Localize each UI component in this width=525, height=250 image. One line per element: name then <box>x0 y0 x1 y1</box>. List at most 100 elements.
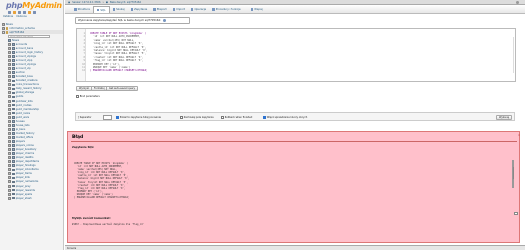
expand-icon[interactable]: + <box>8 176 11 180</box>
expand-icon[interactable]: + <box>8 135 11 139</box>
expand-icon[interactable]: + <box>8 95 11 99</box>
expand-icon[interactable]: + <box>8 71 11 75</box>
window-icon[interactable] <box>514 212 518 215</box>
table-icon <box>11 140 15 143</box>
retain-box-option[interactable]: Zachowaj pole zapytania <box>180 116 214 119</box>
help-icon[interactable] <box>162 19 166 22</box>
tab-szukaj[interactable]: Szukaj <box>110 6 128 13</box>
tab-import[interactable]: Import <box>170 6 188 13</box>
checkbox[interactable] <box>76 95 79 98</box>
tab-zapytanie[interactable]: Zapytanie <box>128 6 151 13</box>
gear-icon[interactable] <box>516 1 519 4</box>
scroll-thumb[interactable] <box>513 167 515 179</box>
expand-icon[interactable]: + <box>8 83 11 87</box>
expand-icon[interactable]: + <box>8 156 11 160</box>
expand-icon[interactable]: + <box>8 59 11 63</box>
expand-icon[interactable]: + <box>2 22 5 26</box>
expand-icon[interactable]: + <box>8 180 11 184</box>
rollback-option[interactable]: Rollback when finished <box>221 116 252 119</box>
tree-table[interactable]: + player_stash <box>2 196 63 200</box>
logo[interactable]: phpMyAdmin <box>6 1 62 10</box>
table-icon <box>11 172 15 176</box>
expand-icon[interactable]: + <box>8 184 11 188</box>
tab-eksport[interactable]: Eksport <box>150 6 169 13</box>
expand-icon[interactable]: + <box>8 152 11 156</box>
expand-icon[interactable]: + <box>8 55 11 59</box>
tab-struktura[interactable]: Struktura <box>71 6 93 13</box>
tab-sql[interactable]: SQL <box>92 6 110 13</box>
help-icon[interactable] <box>18 11 21 14</box>
bind-parameters-checkbox[interactable]: Bind parameters <box>76 95 100 98</box>
table-icon <box>11 47 15 50</box>
expand-icon[interactable]: + <box>8 50 11 54</box>
expand-icon[interactable]: + <box>8 46 11 50</box>
expand-icon[interactable]: + <box>8 42 11 46</box>
expand-icon[interactable]: + <box>8 164 11 168</box>
expand-icon[interactable]: + <box>8 172 11 176</box>
reload-icon[interactable] <box>33 11 36 14</box>
console-bar[interactable]: Konsola <box>65 245 525 250</box>
expand-icon[interactable]: + <box>8 196 11 200</box>
error-scrollbar[interactable] <box>512 160 515 188</box>
logout-icon[interactable] <box>13 11 16 14</box>
collapse-icon[interactable]: − <box>2 30 5 34</box>
editor-scrollbar[interactable] <box>512 37 514 73</box>
settings-icon[interactable] <box>28 11 31 14</box>
expand-icon[interactable]: + <box>8 123 11 127</box>
table-icon <box>11 63 15 66</box>
close-icon[interactable]: ✕ <box>518 134 520 137</box>
main-content: ▣ Serwer: 127.0.0.1:3306 » ◼ Baza danych… <box>65 0 525 250</box>
expand-icon[interactable]: + <box>2 26 5 30</box>
expand-icon[interactable]: + <box>8 148 11 152</box>
expand-icon[interactable]: + <box>8 103 11 107</box>
expand-icon[interactable]: + <box>8 115 11 119</box>
get-auto-saved-button[interactable]: Get auto-saved query <box>106 86 139 91</box>
table-icon <box>11 148 15 151</box>
expand-icon[interactable]: + <box>8 79 11 83</box>
table-icon <box>11 136 15 139</box>
tab-więcej[interactable]: Więcej <box>248 6 266 13</box>
checkbox[interactable] <box>180 116 183 119</box>
checkbox[interactable] <box>116 116 119 119</box>
checkbox[interactable] <box>263 116 266 119</box>
docs-icon[interactable] <box>23 11 26 14</box>
table-icon <box>11 132 15 135</box>
expand-icon[interactable]: + <box>8 188 11 192</box>
expand-icon[interactable]: + <box>8 107 11 111</box>
favorites-tab[interactable]: Ulubione <box>16 15 27 18</box>
expand-icon[interactable]: + <box>8 63 11 67</box>
expand-icon[interactable]: + <box>8 99 11 103</box>
breadcrumb-server[interactable]: Serwer: 127.0.0.1:3306 <box>72 1 100 4</box>
expand-icon[interactable]: + <box>8 144 11 148</box>
tab-operacje[interactable]: Operacje <box>188 6 209 13</box>
go-button[interactable]: Wykonaj <box>496 114 513 120</box>
expand-icon[interactable]: + <box>8 127 11 131</box>
home-icon[interactable] <box>8 11 11 14</box>
table-icon <box>11 196 15 200</box>
expand-icon[interactable]: + <box>8 87 11 91</box>
breadcrumb-separator: » <box>102 0 104 4</box>
clear-button[interactable]: Wyczyść <box>76 86 93 91</box>
expand-icon[interactable]: + <box>8 111 11 115</box>
table-icon <box>11 168 15 172</box>
table-icon <box>11 111 15 115</box>
table-icon <box>11 43 15 46</box>
expand-icon[interactable]: + <box>8 75 11 79</box>
breadcrumb-database[interactable]: Baza danych: sql7705164 <box>110 1 141 4</box>
expand-icon[interactable]: + <box>8 192 11 196</box>
expand-icon[interactable]: + <box>8 67 11 71</box>
expand-icon[interactable]: + <box>8 168 11 172</box>
delimiter-input[interactable] <box>103 114 112 120</box>
expand-icon[interactable]: + <box>8 160 11 164</box>
fk-checks-option[interactable]: Włącz sprawdzanie kluczy obcych <box>263 116 307 119</box>
tree-database-sql7705164[interactable]: − sql7705164 <box>2 30 63 35</box>
show-query-option[interactable]: Pokaż to zapytanie tutaj ponownie <box>116 116 161 119</box>
expand-icon[interactable]: + <box>8 131 11 135</box>
expand-icon[interactable]: + <box>8 119 11 123</box>
recent-tab[interactable]: Ostatnie <box>3 15 13 18</box>
checkbox[interactable] <box>221 116 224 119</box>
expand-icon[interactable]: + <box>8 140 11 143</box>
sql-editor[interactable]: 1 2 3 4 5 6 7 8 9 10 11 12 CREATE TABLE IF NOT EXIS… <box>76 28 516 82</box>
tab-procedury-i-funkcje[interactable]: Procedury i funkcje <box>209 6 243 13</box>
expand-icon[interactable]: + <box>8 91 11 95</box>
